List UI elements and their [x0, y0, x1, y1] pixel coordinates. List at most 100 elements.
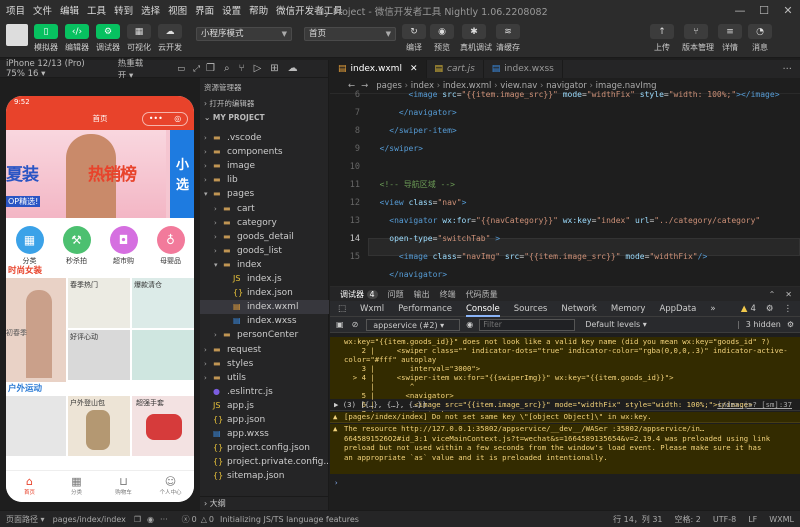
tree-item-app-wxss[interactable]: ▤ app.wxss — [200, 427, 329, 441]
menu-item[interactable]: 视图 — [168, 3, 187, 17]
floor-tile[interactable]: 超强手套 — [132, 396, 194, 456]
tab-terminal[interactable]: 终端 — [440, 289, 456, 300]
code-line[interactable]: </swiper-item> — [370, 122, 800, 140]
menu-item[interactable]: 项目 — [6, 3, 25, 17]
mobile-icon[interactable]: ▭ — [177, 64, 185, 74]
upload-button[interactable]: ↑ 上传 — [648, 24, 676, 53]
code-line[interactable]: </swiper> — [370, 140, 800, 158]
close-icon[interactable]: ✕ — [776, 0, 800, 20]
code-line[interactable] — [370, 158, 800, 176]
nav-item[interactable]: ◘ 超市购 — [107, 226, 141, 265]
menu-item[interactable]: 选择 — [141, 3, 160, 17]
console-filter-input[interactable] — [479, 318, 576, 331]
simulator-button[interactable]: ▯ 模拟器 — [32, 24, 60, 53]
editor-button[interactable]: ‹/› 编辑器 — [63, 24, 91, 53]
outline-section[interactable]: › 大纲 — [200, 496, 329, 510]
close-icon[interactable]: ✕ — [410, 64, 418, 74]
warning-icon[interactable]: △ — [201, 515, 207, 524]
tree-item-sitemap-json[interactable]: {} sitemap.json — [200, 469, 329, 483]
tab-network[interactable]: Network — [561, 301, 597, 317]
tab-appdata[interactable]: AppData — [659, 301, 696, 317]
floor-tile[interactable] — [132, 330, 194, 380]
floor-image[interactable] — [6, 396, 66, 456]
capsule-button[interactable]: ••• ◎ — [142, 112, 188, 126]
error-icon[interactable]: ⓧ — [182, 514, 190, 525]
nav-item[interactable]: ⚒ 秒杀拍 — [60, 226, 94, 265]
tab-problems[interactable]: 问题 — [388, 289, 404, 300]
minimize-icon[interactable]: — — [728, 0, 752, 20]
menu-item[interactable]: 设置 — [222, 3, 241, 17]
chevron-up-icon[interactable]: ⌃ — [769, 290, 776, 299]
tree-item-pages[interactable]: ▾ ▬ pages — [200, 187, 329, 201]
tree-item-lib[interactable]: › ▬ lib — [200, 173, 329, 187]
console-prompt[interactable]: › — [330, 478, 800, 488]
clear-cache-button[interactable]: ≋ 清缓存 — [494, 24, 522, 53]
source-link[interactable]: index.js? [sm]:37 — [717, 400, 792, 410]
menu-item[interactable]: 转到 — [114, 3, 133, 17]
tree-item-index-json[interactable]: {} index.json — [200, 286, 329, 300]
device-select[interactable]: iPhone 12/13 (Pro) 75% 16 ▾ — [6, 59, 104, 79]
tree-item-components[interactable]: › ▬ components — [200, 145, 329, 159]
code-line[interactable]: <navigator wx:for="{{navCategory}}" wx:k… — [370, 212, 800, 230]
tab-profile[interactable]: ☺ 个人中心 — [156, 475, 186, 502]
code-line[interactable]: <image src="{{item.image_src}}" mode="wi… — [370, 86, 800, 104]
more-icon[interactable]: ••• — [149, 108, 163, 130]
settings-icon[interactable]: ⚙ — [787, 320, 794, 329]
swiper-banner[interactable]: 夏装 热销榜 OP精选! 小 选 — [6, 130, 194, 218]
extensions-icon[interactable]: ⊞ — [270, 63, 278, 74]
code-line[interactable]: <view class="nav"> — [370, 194, 800, 212]
eol[interactable]: LF — [748, 515, 757, 524]
page-select[interactable]: 首页 ▼ — [304, 27, 396, 41]
page-path-label[interactable]: 页面路径 ▾ — [6, 514, 45, 525]
context-select[interactable]: appservice (#2) ▾ — [366, 318, 461, 331]
floor-tile[interactable]: 户外登山包 — [68, 396, 130, 456]
code-line[interactable]: </navigator> — [370, 266, 800, 284]
tree-item-project-config-json[interactable]: {} project.config.json — [200, 441, 329, 455]
tab-code-quality[interactable]: 代码质量 — [466, 289, 498, 300]
tree-item-project-private-config[interactable]: {} project.private.config... — [200, 455, 332, 469]
tree-item-app-json[interactable]: {} app.json — [200, 413, 329, 427]
menu-item[interactable]: 工具 — [87, 3, 106, 17]
nav-item[interactable]: ▦ 分类 — [13, 226, 47, 265]
tab-home[interactable]: ⌂ 首页 — [15, 475, 45, 502]
more-icon[interactable]: ··· — [160, 515, 168, 524]
code-line[interactable]: open-type="switchTab" > — [370, 230, 800, 248]
settings-icon[interactable]: ⚙ — [766, 304, 774, 314]
cloud-icon[interactable]: ☁ — [288, 63, 298, 74]
search-icon[interactable]: ⌕ — [224, 63, 230, 74]
tree-item-goods-detail[interactable]: › ▬ goods_detail — [200, 230, 329, 244]
details-button[interactable]: ≡ 详情 — [716, 24, 744, 53]
compile-button[interactable]: ↻ 编译 — [400, 24, 428, 53]
warning-icon[interactable]: ▲ — [741, 304, 748, 314]
tab-output[interactable]: 输出 — [414, 289, 430, 300]
floor-tile[interactable]: 春季热门 — [68, 278, 130, 328]
tab-performance[interactable]: Performance — [398, 301, 452, 317]
close-icon[interactable]: ✕ — [785, 290, 792, 299]
eye-icon[interactable]: ◉ — [466, 320, 473, 329]
code-line[interactable]: <image class="navImg" src="{{item.image_… — [370, 248, 800, 266]
debug-icon[interactable]: ▷ — [254, 63, 262, 74]
encoding[interactable]: UTF-8 — [713, 515, 736, 524]
tree-item-index-js[interactable]: JS index.js — [200, 272, 329, 286]
source-control-icon[interactable]: ⑂ — [239, 63, 245, 74]
tab-wxml[interactable]: Wxml — [360, 301, 384, 317]
remote-debug-button[interactable]: ✱ 真机调试 — [460, 24, 492, 53]
menu-item[interactable]: 界面 — [195, 3, 214, 17]
tree-item-category[interactable]: › ▬ category — [200, 216, 329, 230]
tree-item-styles[interactable]: › ▬ styles — [200, 357, 329, 371]
levels-select[interactable]: Default levels ▾ — [585, 320, 647, 329]
more-tabs-icon[interactable]: » — [710, 301, 715, 317]
debugger-button[interactable]: ⚙ 调试器 — [94, 24, 122, 53]
tree-item-index-wxml[interactable]: ▤ index.wxml — [200, 300, 329, 315]
menu-item[interactable]: 编辑 — [60, 3, 79, 17]
tree-item-vscode[interactable]: › ▬ .vscode — [200, 131, 329, 145]
expand-icon[interactable]: ⤢ — [193, 64, 200, 74]
mode-select[interactable]: 小程序模式 ▼ — [196, 27, 292, 41]
console-log-row[interactable]: ▶ (3) [{…}, {…}, {…}] index.js? [sm]:37 — [330, 400, 800, 411]
indent-setting[interactable]: 空格: 2 — [675, 514, 701, 525]
maximize-icon[interactable]: ☐ — [752, 0, 776, 20]
tab-index-wxss[interactable]: ▤ index.wxss — [484, 60, 563, 78]
preview-button[interactable]: ◉ 预览 — [428, 24, 456, 53]
tree-item-app-js[interactable]: JS app.js — [200, 399, 329, 413]
tab-category[interactable]: ▦ 分类 — [62, 475, 92, 502]
